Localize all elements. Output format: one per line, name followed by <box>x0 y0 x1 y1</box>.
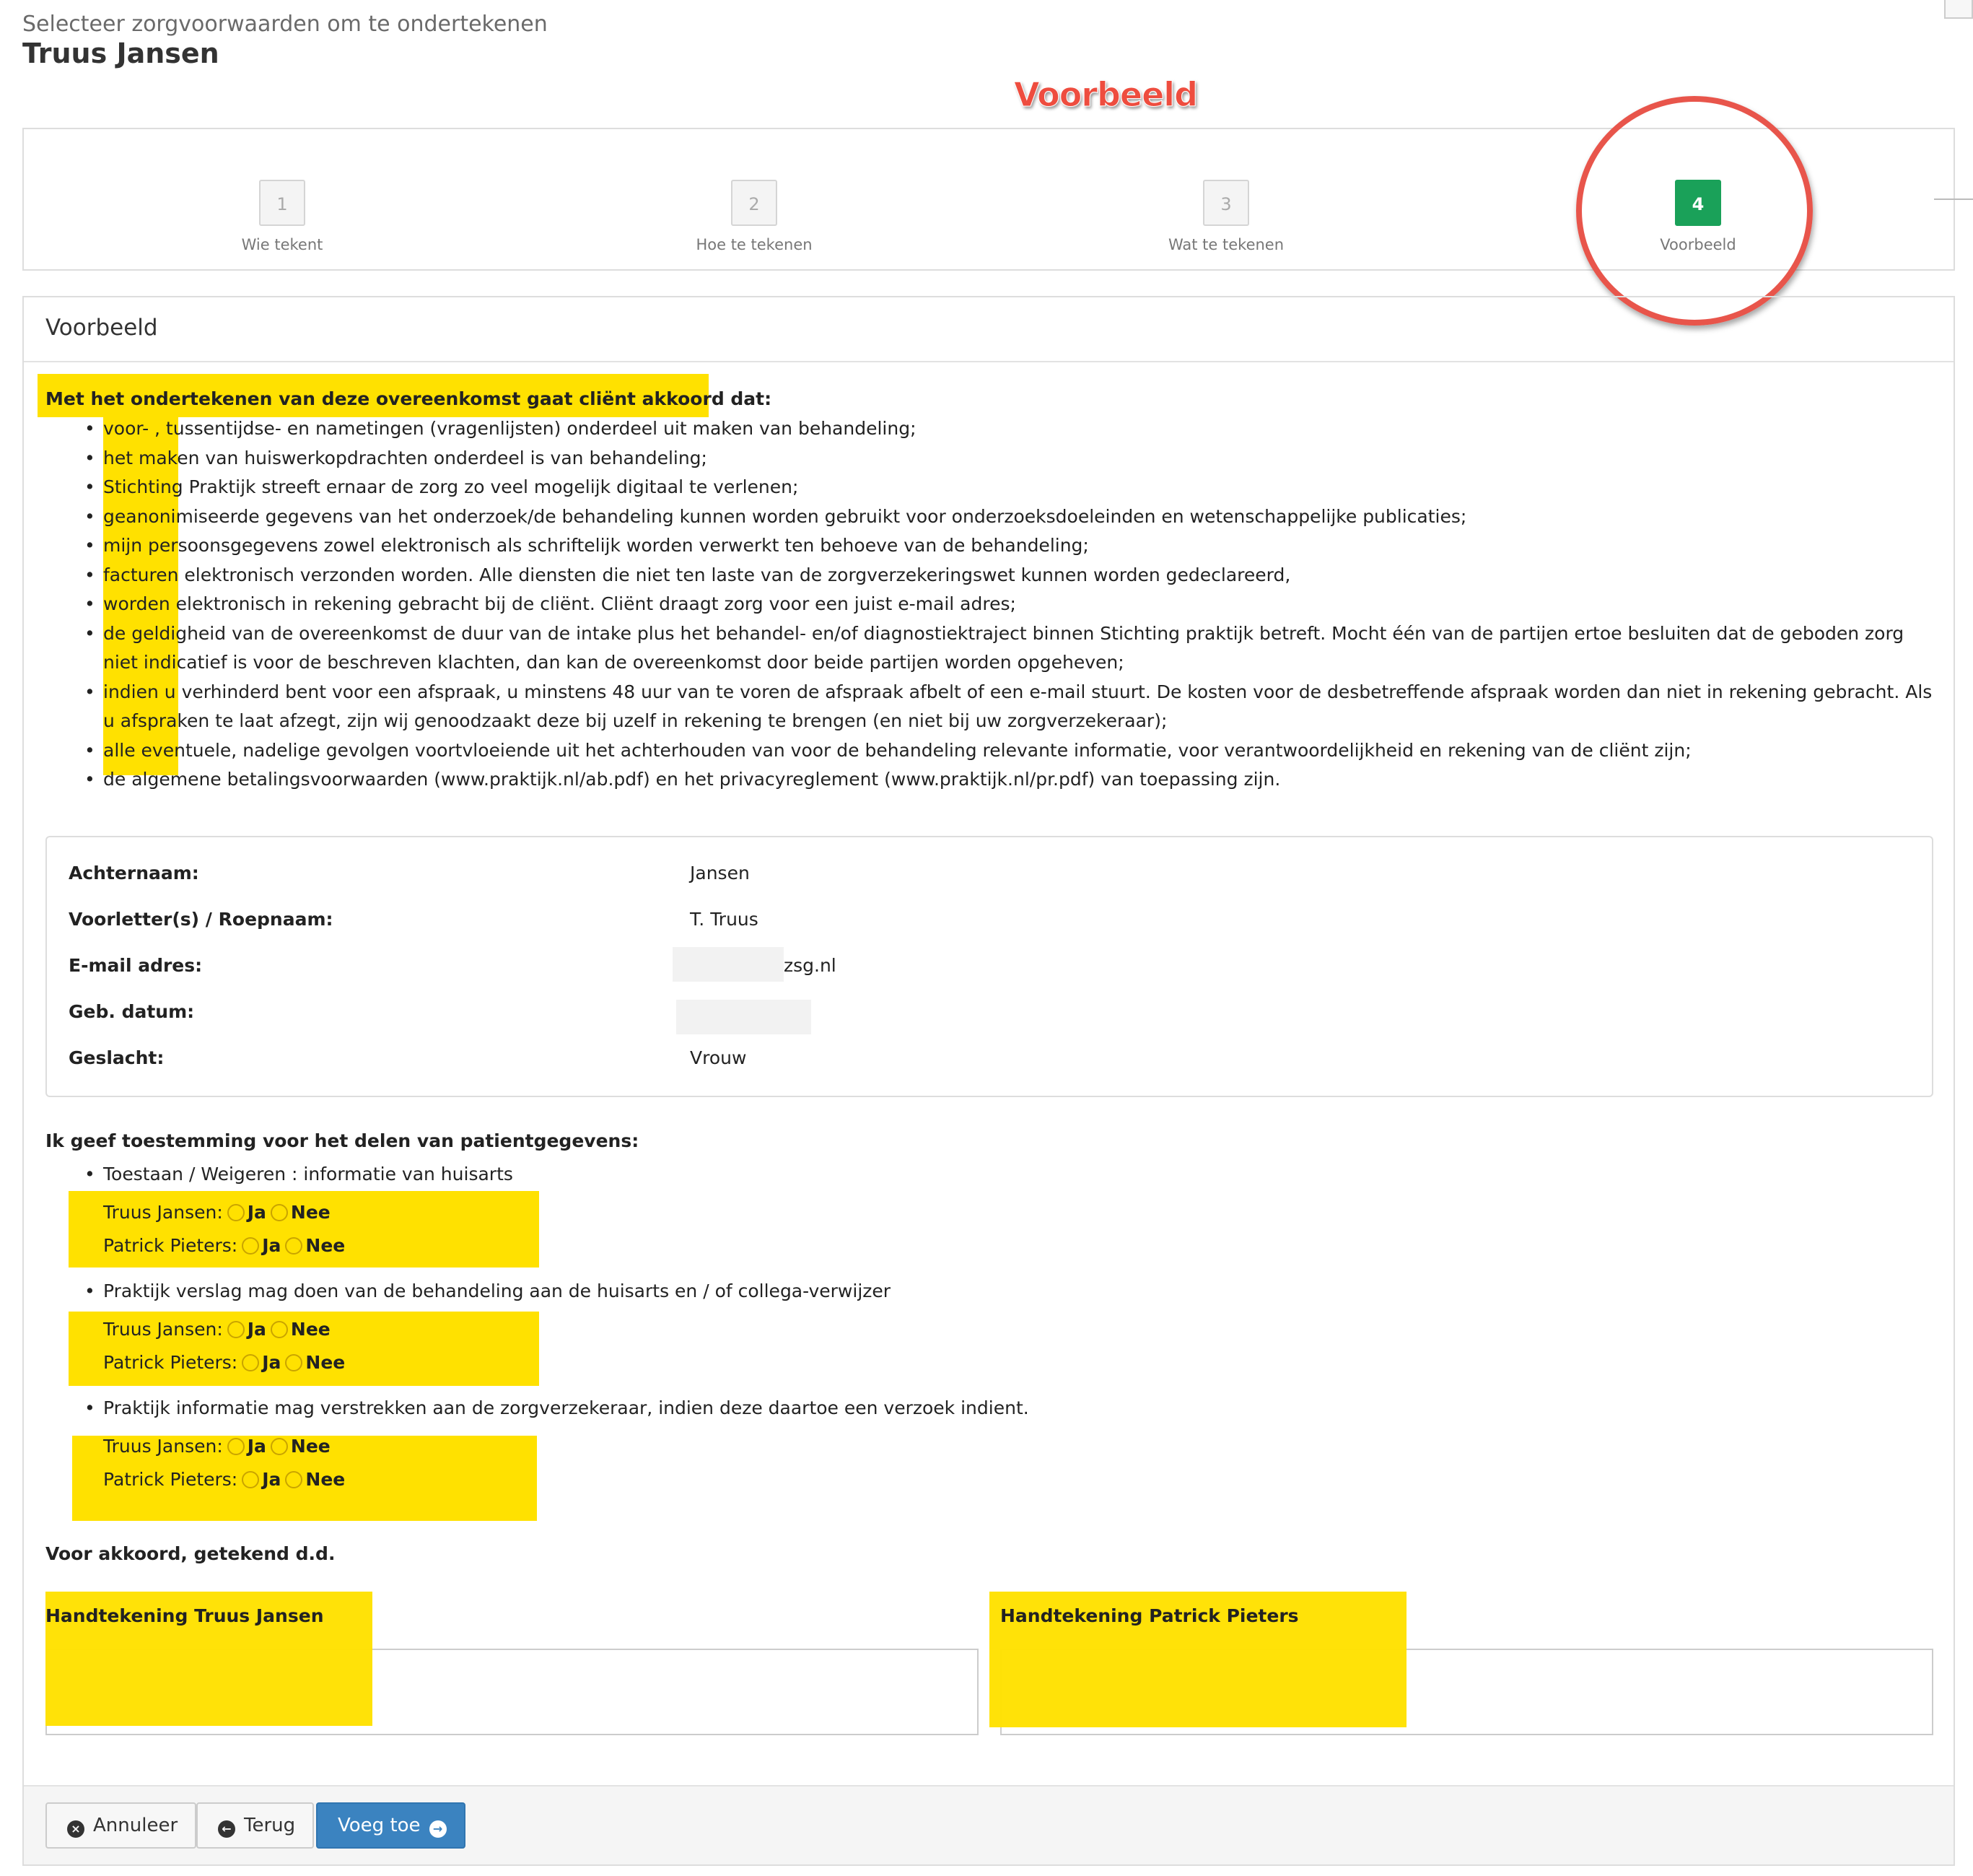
radio-nee[interactable] <box>285 1471 303 1488</box>
person-label: Truus Jansen: <box>103 1202 223 1223</box>
consent-row: Patrick Pieters: Ja Nee <box>103 1235 345 1256</box>
radio-ja[interactable] <box>242 1354 260 1371</box>
clause-item: de algemene betalingsvoorwaarden (www.pr… <box>45 765 1936 795</box>
redacted-area <box>676 1000 811 1034</box>
consent-row: Truus Jansen: Ja Nee <box>103 1436 331 1457</box>
radio-nee[interactable] <box>285 1237 303 1255</box>
step-number: 1 <box>259 180 305 226</box>
print-icon[interactable] <box>1944 0 1973 19</box>
option-label: Ja <box>247 1202 266 1223</box>
radio-ja[interactable] <box>242 1237 260 1255</box>
clause-item: facturen elektronisch verzonden worden. … <box>45 561 1936 590</box>
option-label: Ja <box>247 1436 266 1457</box>
wizard-connector <box>1934 198 1973 200</box>
arrow-right-circle-icon: → <box>429 1820 447 1838</box>
clause-item: voor- , tussentijdse- en nametingen (vra… <box>45 414 1936 444</box>
clause-item: Stichting Praktijk streeft ernaar de zor… <box>45 473 1936 502</box>
info-label-email: E-mail adres: <box>69 955 203 976</box>
option-label: Nee <box>305 1469 346 1490</box>
radio-ja[interactable] <box>227 1438 245 1455</box>
signature-label-truus: Handtekening Truus Jansen <box>45 1605 324 1626</box>
consent-row: Truus Jansen: Ja Nee <box>103 1202 331 1223</box>
person-label: Truus Jansen: <box>103 1436 223 1457</box>
option-label: Ja <box>262 1235 281 1256</box>
step-label: Wie tekent <box>241 236 323 253</box>
option-label: Nee <box>305 1352 346 1373</box>
clause-item: indien u verhinderd bent voor een afspra… <box>45 678 1936 736</box>
cancel-button[interactable]: × Annuleer <box>45 1802 197 1849</box>
step-wat-te-tekenen[interactable]: 3 Wat te tekenen <box>1118 180 1334 253</box>
info-label-geslacht: Geslacht: <box>69 1047 165 1068</box>
step-number: 2 <box>731 180 777 226</box>
consent-item: Toestaan / Weigeren : informatie van hui… <box>84 1164 513 1185</box>
client-info-box <box>45 836 1933 1097</box>
panel-heading <box>24 297 1954 362</box>
radio-ja[interactable] <box>227 1204 245 1221</box>
radio-nee[interactable] <box>270 1321 288 1338</box>
signature-label-patrick: Handtekening Patrick Pieters <box>1000 1605 1299 1626</box>
step-label: Wat te tekenen <box>1168 236 1285 253</box>
person-label: Patrick Pieters: <box>103 1235 238 1256</box>
times-circle-icon: × <box>67 1820 84 1838</box>
option-label: Nee <box>290 1319 331 1340</box>
arrow-left-circle-icon: ← <box>218 1820 235 1838</box>
step-label: Hoe te tekenen <box>696 236 813 253</box>
info-value-email: zsg.nl <box>784 955 836 976</box>
info-value-roepnaam: T. Truus <box>690 909 758 930</box>
info-label-achternaam: Achternaam: <box>69 863 199 884</box>
consent-item: Praktijk informatie mag verstrekken aan … <box>84 1397 1029 1418</box>
radio-nee[interactable] <box>285 1354 303 1371</box>
clause-item: het maken van huiswerkopdrachten onderde… <box>45 444 1936 474</box>
consent-item: Praktijk verslag mag doen van de behande… <box>84 1281 891 1301</box>
person-label: Patrick Pieters: <box>103 1469 238 1490</box>
clause-item: de geldigheid van de overeenkomst de duu… <box>45 619 1936 678</box>
clause-item: alle eventuele, nadelige gevolgen voortv… <box>45 736 1936 766</box>
agree-label: Voor akkoord, getekend d.d. <box>45 1543 336 1564</box>
info-label-roepnaam: Voorletter(s) / Roepnaam: <box>69 909 333 930</box>
step-number: 3 <box>1203 180 1249 226</box>
person-label: Patrick Pieters: <box>103 1352 238 1373</box>
consent-title: Ik geef toestemming voor het delen van p… <box>45 1130 639 1151</box>
radio-ja[interactable] <box>242 1471 260 1488</box>
panel-title: Voorbeeld <box>45 315 158 341</box>
option-label: Ja <box>247 1319 266 1340</box>
radio-ja[interactable] <box>227 1321 245 1338</box>
cancel-button-label: Annuleer <box>93 1815 178 1836</box>
option-label: Nee <box>305 1235 346 1256</box>
redacted-area <box>673 947 784 982</box>
option-label: Ja <box>262 1469 281 1490</box>
page-subtitle: Selecteer zorgvoorwaarden om te ondertek… <box>22 12 548 37</box>
step-hoe-te-tekenen[interactable]: 2 Hoe te tekenen <box>646 180 862 253</box>
info-value-achternaam: Jansen <box>690 863 750 884</box>
clause-item: worden elektronisch in rekening gebracht… <box>45 590 1936 619</box>
person-label: Truus Jansen: <box>103 1319 223 1340</box>
option-label: Nee <box>290 1436 331 1457</box>
annotation-circle <box>1576 96 1813 326</box>
agreement-clauses: voor- , tussentijdse- en nametingen (vra… <box>45 414 1936 795</box>
radio-nee[interactable] <box>270 1438 288 1455</box>
page-title: Truus Jansen <box>22 38 219 69</box>
add-button[interactable]: Voeg toe → <box>316 1802 465 1849</box>
radio-nee[interactable] <box>270 1204 288 1221</box>
back-button[interactable]: ← Terug <box>196 1802 315 1849</box>
consent-row: Patrick Pieters: Ja Nee <box>103 1469 345 1490</box>
clause-item: mijn persoonsgegevens zowel elektronisch… <box>45 531 1936 561</box>
clause-item: geanonimiseerde gegevens van het onderzo… <box>45 502 1936 532</box>
back-button-label: Terug <box>244 1815 296 1836</box>
consent-row: Patrick Pieters: Ja Nee <box>103 1352 345 1373</box>
annotation-label: Voorbeeld <box>1014 75 1199 115</box>
consent-row: Truus Jansen: Ja Nee <box>103 1319 331 1340</box>
option-label: Nee <box>290 1202 331 1223</box>
step-wie-tekent[interactable]: 1 Wie tekent <box>174 180 390 253</box>
option-label: Ja <box>262 1352 281 1373</box>
add-button-label: Voeg toe <box>338 1815 421 1836</box>
info-label-geb-datum: Geb. datum: <box>69 1001 195 1022</box>
agreement-intro: Met het ondertekenen van deze overeenkom… <box>45 388 772 409</box>
info-value-geslacht: Vrouw <box>690 1047 747 1068</box>
